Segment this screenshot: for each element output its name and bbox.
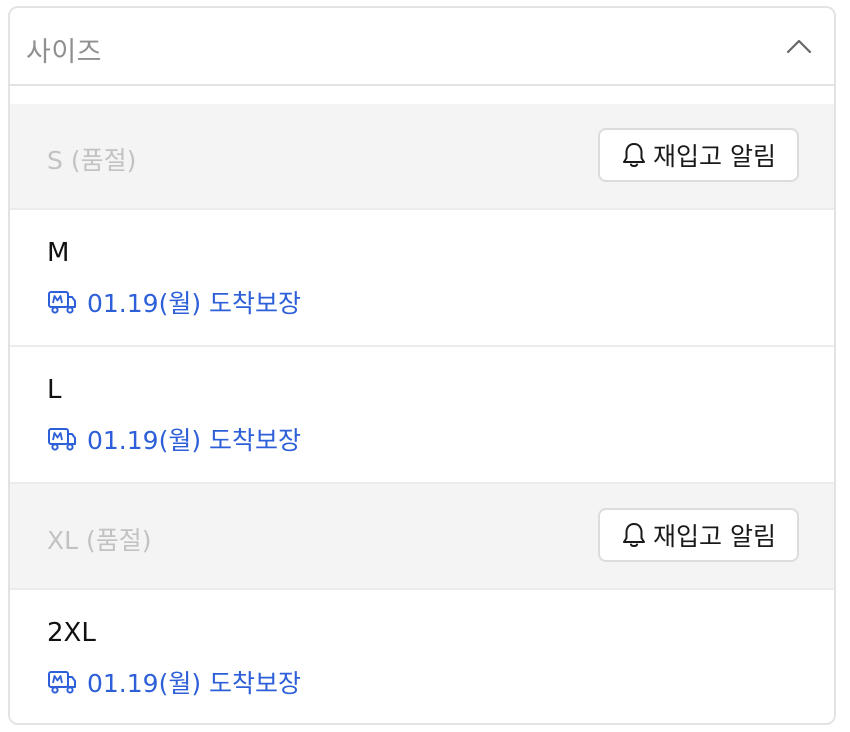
restock-alert-button[interactable]: 재입고 알림 [598, 128, 799, 182]
size-option-list: S (품절) 재입고 알림 M 01.19(월) 도착보장 L 01.19(월)… [10, 104, 834, 723]
delivery-guarantee: 01.19(월) 도착보장 [47, 664, 301, 700]
size-option-xl: XL (품절) 재입고 알림 [10, 484, 834, 590]
delivery-truck-icon [48, 428, 76, 451]
size-option-2xl[interactable]: 2XL 01.19(월) 도착보장 [10, 590, 834, 723]
size-option-label: M [47, 238, 70, 268]
delivery-date: 01.19(월) 도착보장 [87, 289, 302, 318]
size-option-label: 2XL [47, 618, 96, 648]
bell-icon [623, 523, 646, 547]
restock-alert-button[interactable]: 재입고 알림 [598, 508, 799, 562]
delivery-guarantee: 01.19(월) 도착보장 [47, 284, 301, 320]
size-selector-header[interactable]: 사이즈 [10, 8, 834, 86]
restock-alert-label: 재입고 알림 [653, 142, 776, 171]
delivery-guarantee: 01.19(월) 도착보장 [47, 421, 301, 457]
size-option-l[interactable]: L 01.19(월) 도착보장 [10, 347, 834, 484]
delivery-date: 01.19(월) 도착보장 [87, 426, 302, 455]
delivery-date: 01.19(월) 도착보장 [87, 669, 302, 698]
size-selector-panel: 사이즈 S (품절) 재입고 알림 M 01.19(월) 도착보장 L 01.1… [8, 6, 836, 725]
size-option-m[interactable]: M 01.19(월) 도착보장 [10, 210, 834, 347]
size-option-label: XL (품절) [47, 526, 152, 555]
size-selector-title: 사이즈 [26, 37, 103, 68]
restock-alert-label: 재입고 알림 [653, 522, 776, 551]
bell-icon [623, 143, 646, 167]
size-option-label: S (품절) [47, 146, 137, 175]
size-option-s: S (품절) 재입고 알림 [10, 104, 834, 210]
delivery-truck-icon [48, 671, 76, 694]
delivery-truck-icon [48, 291, 76, 314]
size-option-label: L [47, 375, 62, 405]
chevron-up-icon[interactable] [786, 36, 812, 56]
